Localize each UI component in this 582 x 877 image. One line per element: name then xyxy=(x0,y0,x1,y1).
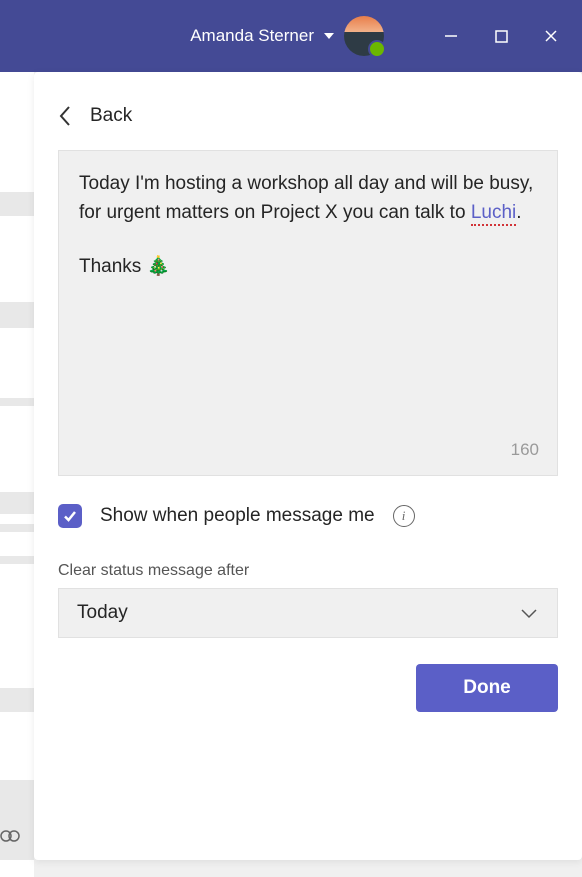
background-strips xyxy=(0,72,34,877)
mention-link[interactable]: Luchi xyxy=(471,202,516,226)
show-when-message-label: Show when people message me xyxy=(100,505,375,527)
clear-after-dropdown[interactable]: Today xyxy=(58,588,558,638)
maximize-button[interactable] xyxy=(478,16,524,56)
show-when-message-checkbox[interactable] xyxy=(58,504,82,528)
avatar[interactable] xyxy=(344,16,384,56)
back-label: Back xyxy=(90,105,132,127)
user-menu[interactable]: Amanda Sterner xyxy=(190,16,384,56)
status-message-input[interactable]: Today I'm hosting a workshop all day and… xyxy=(58,150,558,476)
link-icon xyxy=(0,829,22,843)
user-name: Amanda Sterner xyxy=(190,26,314,46)
close-button[interactable] xyxy=(528,16,574,56)
status-message-text: Today I'm hosting a workshop all day and… xyxy=(79,169,537,281)
chevron-down-icon xyxy=(324,33,334,39)
clear-after-label: Clear status message after xyxy=(58,562,558,580)
back-button[interactable]: Back xyxy=(58,104,558,128)
title-bar: Amanda Sterner xyxy=(0,0,582,72)
minimize-button[interactable] xyxy=(428,16,474,56)
dropdown-value: Today xyxy=(77,602,128,624)
info-icon[interactable]: i xyxy=(393,505,415,527)
status-panel: Back Today I'm hosting a workshop all da… xyxy=(34,72,582,860)
done-button[interactable]: Done xyxy=(416,664,558,712)
char-count: 160 xyxy=(511,437,539,463)
